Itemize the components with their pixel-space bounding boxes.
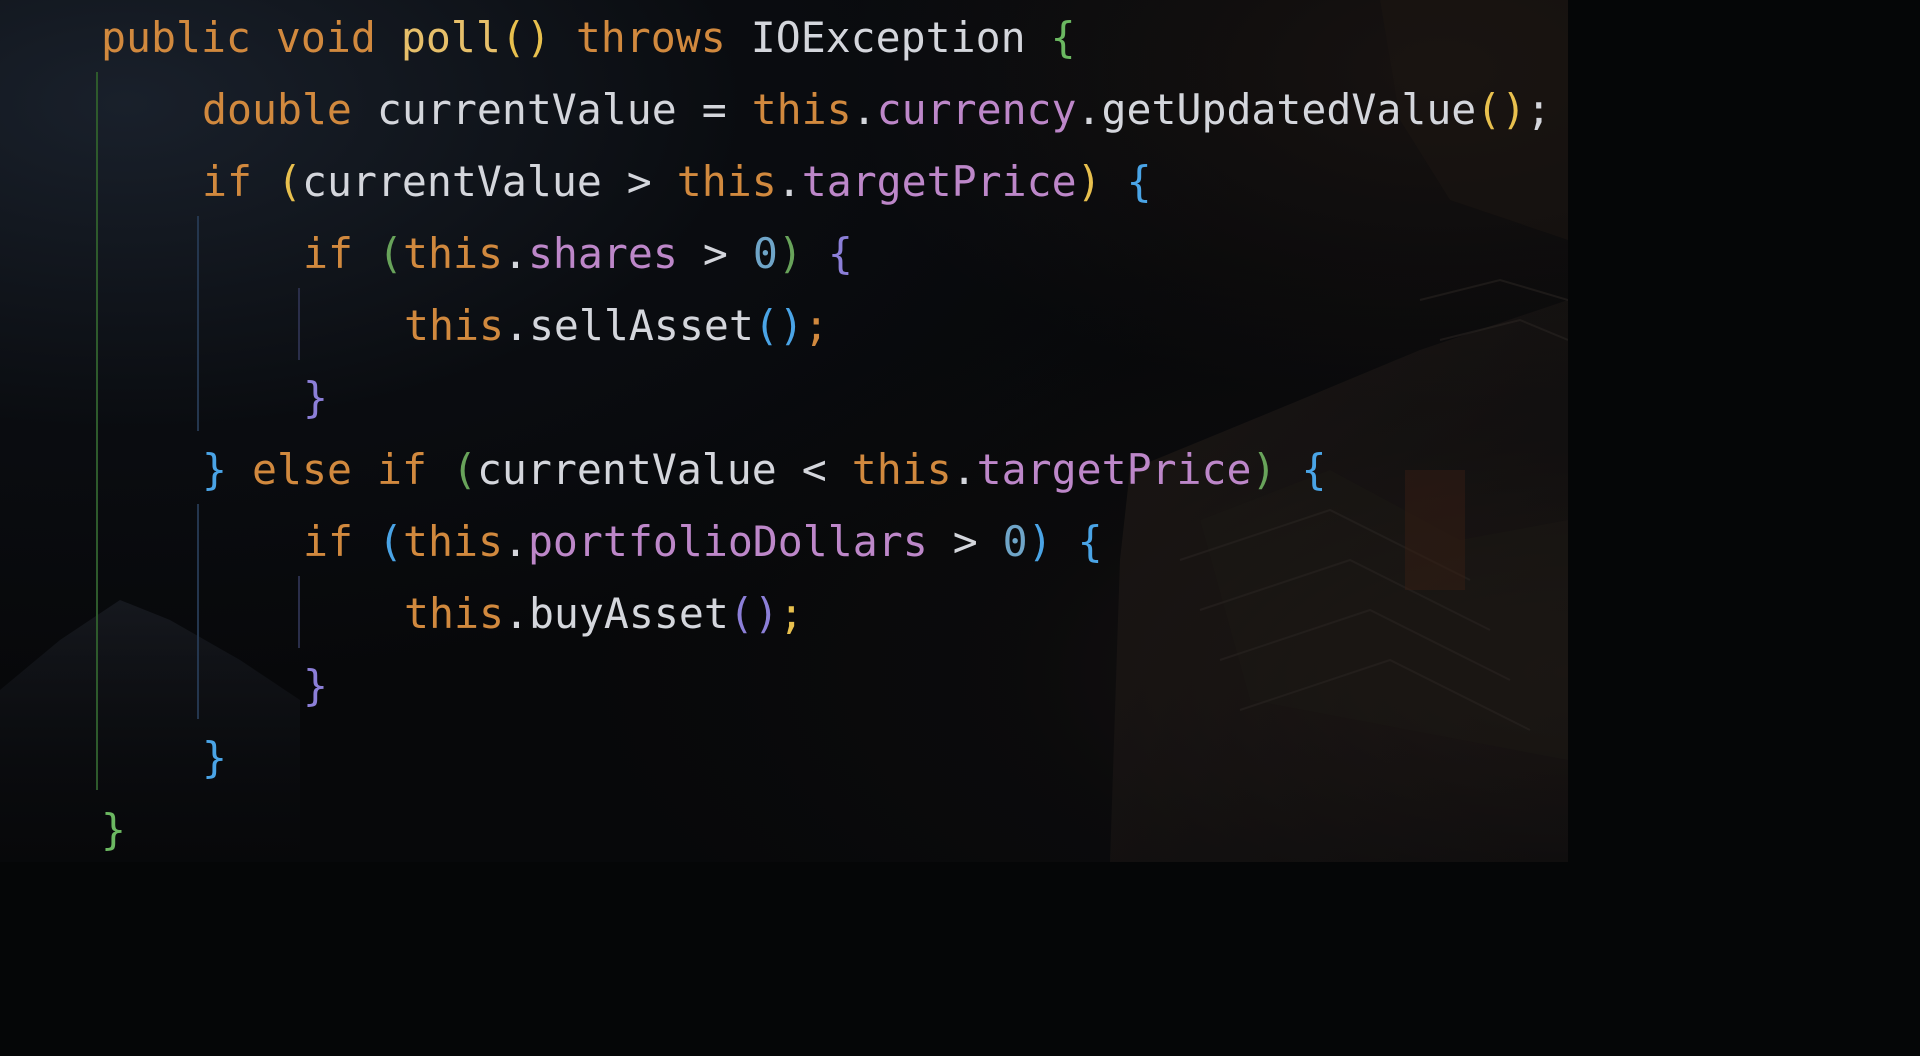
code-token: .getUpdatedValue [1076, 85, 1477, 134]
code-token: this [851, 445, 952, 494]
code-token: . [851, 85, 877, 134]
code-token: > [927, 517, 1003, 566]
code-token: ( [377, 229, 403, 278]
code-token: this [402, 229, 503, 278]
code-token: . [502, 229, 528, 278]
code-line[interactable]: } [303, 650, 328, 722]
code-token: this [404, 301, 504, 350]
code-token: . [502, 517, 528, 566]
code-token: { [1077, 517, 1103, 566]
code-token: } [303, 373, 328, 422]
code-line[interactable]: } [303, 362, 328, 434]
code-token: public [101, 13, 251, 62]
code-token: () [728, 589, 779, 638]
code-token: if [303, 517, 353, 566]
code-line[interactable]: } else if (currentValue < this.targetPri… [202, 434, 1327, 506]
code-token: targetPrice [801, 157, 1077, 206]
code-token: ; [778, 589, 804, 638]
code-token: ( [451, 445, 477, 494]
code-line[interactable]: if (this.portfolioDollars > 0) { [303, 506, 1103, 578]
code-token: this [676, 157, 777, 206]
code-token: ; [803, 301, 829, 350]
code-token: this [404, 589, 504, 638]
code-token: targetPrice [976, 445, 1252, 494]
code-token: currentValue < [476, 445, 852, 494]
code-editor[interactable]: public void poll() throws IOException {d… [0, 0, 1568, 862]
code-line[interactable]: this.buyAsset(); [404, 578, 804, 650]
code-token: IOException [750, 13, 1026, 62]
code-token: { [1050, 13, 1076, 62]
code-token: throws [575, 13, 726, 62]
code-token: { [827, 229, 853, 278]
code-token: shares [527, 229, 678, 278]
code-token: currentValue = [351, 85, 752, 134]
code-token: 0 [752, 229, 778, 278]
code-token: 0 [1002, 517, 1028, 566]
code-line[interactable]: } [202, 722, 227, 794]
code-token: currency [876, 85, 1077, 134]
code-token: ) [1251, 445, 1277, 494]
code-token: if [376, 445, 427, 494]
code-token: double [202, 85, 352, 134]
code-token: .buyAsset [503, 589, 729, 638]
code-token: > [677, 229, 753, 278]
code-token: } [101, 805, 126, 854]
code-token: .sellAsset [503, 301, 754, 350]
code-token: { [1301, 445, 1327, 494]
code-line[interactable]: public void poll() throws IOException { [101, 2, 1076, 74]
code-token: void [275, 13, 376, 62]
code-token: ( [377, 517, 403, 566]
code-token: () [500, 13, 551, 62]
code-token: . [951, 445, 977, 494]
code-token: if [303, 229, 353, 278]
code-token: } [202, 733, 227, 782]
code-line[interactable]: if (currentValue > this.targetPrice) { [202, 146, 1152, 218]
code-token: else [252, 445, 352, 494]
code-token: portfolioDollars [527, 517, 928, 566]
code-token: poll [400, 13, 501, 62]
code-token: () [1476, 85, 1527, 134]
code-line[interactable]: this.sellAsset(); [404, 290, 829, 362]
code-line[interactable]: } [101, 794, 126, 862]
code-token: } [202, 445, 227, 494]
code-token: this [402, 517, 503, 566]
code-token: currentValue > [301, 157, 677, 206]
code-token: { [1126, 157, 1152, 206]
code-token: ; [1526, 85, 1552, 134]
code-line[interactable]: if (this.shares > 0) { [303, 218, 853, 290]
code-token: ) [1076, 157, 1102, 206]
code-line[interactable]: double currentValue = this.currency.getU… [202, 74, 1551, 146]
code-area[interactable]: public void poll() throws IOException {d… [0, 0, 1568, 862]
code-token: if [202, 157, 252, 206]
code-token: () [753, 301, 804, 350]
code-token: } [303, 661, 328, 710]
code-token: ) [777, 229, 803, 278]
code-token: this [751, 85, 852, 134]
code-token: ( [276, 157, 302, 206]
code-token: ) [1027, 517, 1053, 566]
code-token: . [776, 157, 802, 206]
